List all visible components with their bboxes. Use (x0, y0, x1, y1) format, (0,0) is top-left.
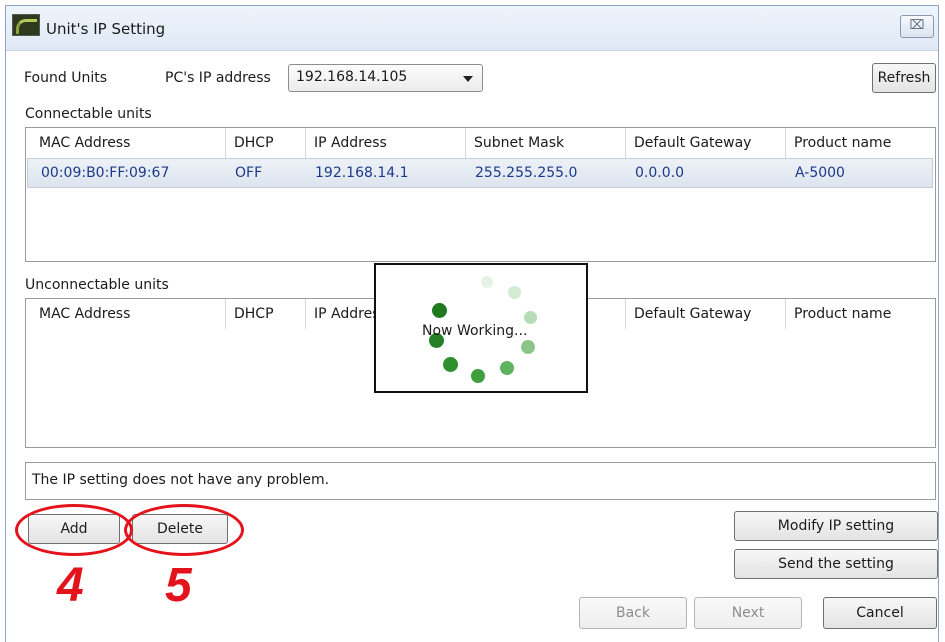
dhcp-cell: OFF (235, 165, 263, 181)
column-header[interactable]: Subnet Mask (466, 128, 626, 158)
pc-ip-value: 192.168.14.105 (296, 69, 408, 85)
pc-ip-select[interactable]: 192.168.14.105 (288, 64, 483, 92)
connectable-units-table[interactable]: MAC Address DHCP IP Address Subnet Mask … (25, 127, 936, 262)
modify-ip-setting-button[interactable]: Modify IP setting (734, 511, 938, 541)
next-button[interactable]: Next (694, 597, 802, 629)
column-header[interactable]: DHCP (226, 128, 306, 158)
step-number-add: 4 (57, 559, 84, 612)
send-setting-button[interactable]: Send the setting (734, 549, 938, 579)
spinner-dot (481, 276, 493, 288)
subnet-mask-cell: 255.255.255.0 (475, 165, 578, 181)
column-header[interactable]: DHCP (226, 299, 306, 329)
column-header[interactable]: MAC Address (31, 128, 226, 158)
column-header[interactable]: Product name (786, 128, 931, 158)
spinner-dot (432, 303, 447, 318)
cancel-button[interactable]: Cancel (823, 597, 937, 629)
step-number-delete: 5 (165, 559, 192, 612)
unconnectable-units-label: Unconnectable units (25, 277, 169, 293)
column-header[interactable]: IP Address (306, 128, 466, 158)
close-icon[interactable]: ⌧ (900, 15, 934, 38)
chevron-down-icon (463, 76, 473, 82)
column-header[interactable]: Product name (786, 299, 931, 329)
default-gateway-cell: 0.0.0.0 (635, 165, 684, 181)
progress-dialog: Now Working... (374, 263, 588, 393)
mac-address-cell: 00:09:B0:FF:09:67 (41, 165, 170, 181)
spinner-dot (521, 340, 535, 354)
connectable-units-label: Connectable units (25, 106, 152, 122)
add-highlight-ellipse (15, 504, 133, 556)
spinner-dot (471, 369, 485, 383)
column-header[interactable]: Default Gateway (626, 128, 786, 158)
ip-address-cell: 192.168.14.1 (315, 165, 409, 181)
spinner-dot (500, 361, 514, 375)
spinner-dot (508, 286, 521, 299)
status-box: The IP setting does not have any problem… (25, 462, 936, 500)
now-working-label: Now Working... (422, 323, 528, 339)
spinner-dot (443, 357, 458, 372)
back-button[interactable]: Back (579, 597, 687, 629)
product-name-cell: A-5000 (795, 165, 845, 181)
found-units-label: Found Units (24, 70, 107, 86)
pc-ip-label: PC's IP address (165, 70, 271, 86)
refresh-button[interactable]: Refresh (872, 63, 936, 93)
column-header[interactable]: MAC Address (31, 299, 226, 329)
app-icon (12, 14, 40, 36)
delete-highlight-ellipse (124, 504, 244, 556)
status-message: The IP setting does not have any problem… (32, 472, 330, 488)
column-header[interactable]: Default Gateway (626, 299, 786, 329)
table-row[interactable]: 00:09:B0:FF:09:67 OFF 192.168.14.1 255.2… (27, 158, 933, 188)
window-title: Unit's IP Setting (46, 20, 166, 38)
